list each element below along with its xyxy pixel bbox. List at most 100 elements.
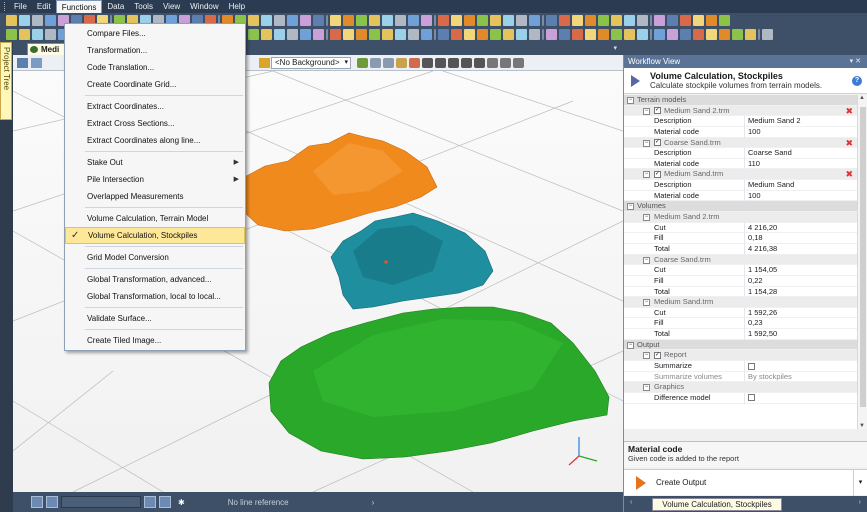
grid-subgroup[interactable]: − Graphics: [624, 382, 857, 393]
scroll-thumb[interactable]: [860, 107, 866, 407]
property-value[interactable]: 0,22: [744, 275, 852, 287]
main-toolbar-tool-icon[interactable]: [706, 14, 717, 26]
drawing-toolbar-tool-icon[interactable]: [248, 29, 259, 40]
view-tool-icon[interactable]: [500, 58, 511, 68]
grid-property-row[interactable]: Total 4 216,38: [624, 243, 857, 255]
drawing-toolbar-tool-icon[interactable]: [680, 29, 691, 40]
chevron-right-icon[interactable]: ›: [859, 499, 861, 506]
view-tool-icon[interactable]: [357, 58, 368, 68]
grid-subgroup[interactable]: − Medium Sand.trm: [624, 297, 857, 308]
main-toolbar-tool-icon[interactable]: [693, 14, 704, 26]
drawing-toolbar-tool-icon[interactable]: [6, 29, 17, 40]
nav-first-button[interactable]: [31, 496, 43, 508]
main-toolbar-tool-icon[interactable]: [516, 14, 527, 26]
drawing-toolbar-tool-icon[interactable]: [343, 29, 354, 40]
grid-property-row[interactable]: Material code 100: [624, 126, 857, 138]
menu-view[interactable]: View: [158, 0, 185, 13]
main-toolbar-tool-icon[interactable]: [274, 14, 285, 26]
drawing-toolbar-tool-icon[interactable]: [516, 29, 527, 40]
collapse-toggle-icon[interactable]: −: [627, 203, 634, 211]
delete-icon[interactable]: ✖: [845, 170, 853, 179]
drawing-toolbar-tool-icon[interactable]: [585, 29, 596, 40]
grid-subgroup[interactable]: − ✓ Report: [624, 350, 857, 362]
main-toolbar-tool-icon[interactable]: [503, 14, 514, 26]
project-tree-tab[interactable]: Project Tree: [0, 42, 12, 120]
main-toolbar-tool-icon[interactable]: [719, 14, 730, 26]
property-value[interactable]: Medium Sand 2: [744, 116, 852, 127]
property-value[interactable]: Coarse Sand: [744, 148, 852, 159]
nav-prev-button[interactable]: [46, 496, 58, 508]
main-toolbar-tool-icon[interactable]: [6, 14, 17, 26]
background-icon[interactable]: [259, 58, 270, 68]
menu-tools[interactable]: Tools: [129, 0, 158, 13]
nav-next-button[interactable]: [144, 496, 156, 508]
help-icon[interactable]: ?: [852, 76, 862, 86]
view-tool-icon[interactable]: [461, 58, 472, 68]
grid-subgroup[interactable]: − Medium Sand 2.trm: [624, 212, 857, 223]
menu-data[interactable]: Data: [102, 0, 129, 13]
grid-property-row[interactable]: Summarize volumes By stockpiles: [624, 371, 857, 383]
main-toolbar-tool-icon[interactable]: [395, 14, 406, 26]
grid-subgroup[interactable]: − ✓ Coarse Sand.trm ✖: [624, 137, 857, 149]
drawing-toolbar-tool-icon[interactable]: [637, 29, 648, 40]
collapse-toggle-icon[interactable]: −: [643, 139, 650, 147]
grid-category[interactable]: − Volumes: [624, 201, 857, 213]
menu-item-global-transformation-local-to-local[interactable]: Global Transformation, local to local...: [65, 288, 245, 305]
grid-subgroup[interactable]: − ✓ Medium Sand.trm ✖: [624, 169, 857, 181]
grid-property-row[interactable]: Description Medium Sand 2: [624, 116, 857, 127]
property-value[interactable]: By stockpiles: [744, 371, 852, 383]
main-toolbar-tool-icon[interactable]: [261, 14, 272, 26]
main-toolbar-tool-icon[interactable]: [438, 14, 449, 26]
main-toolbar-tool-icon[interactable]: [611, 14, 622, 26]
row-checkbox[interactable]: ✓: [654, 139, 661, 147]
drawing-toolbar-tool-icon[interactable]: [32, 29, 43, 40]
row-checkbox[interactable]: ✓: [654, 107, 661, 115]
property-value[interactable]: 1 592,50: [744, 329, 852, 340]
collapse-toggle-icon[interactable]: −: [643, 171, 650, 179]
view-tool-icon[interactable]: [409, 58, 420, 68]
main-toolbar-tool-icon[interactable]: [287, 14, 298, 26]
drawing-toolbar-tool-icon[interactable]: [667, 29, 678, 40]
drawing-toolbar-tool-icon[interactable]: [529, 29, 540, 40]
menu-item-transformation[interactable]: Transformation...: [65, 42, 245, 59]
drawing-toolbar-tool-icon[interactable]: [438, 29, 449, 40]
grid-property-row[interactable]: Material code 100: [624, 190, 857, 202]
drawing-toolbar-tool-icon[interactable]: [313, 29, 324, 40]
main-toolbar-tool-icon[interactable]: [464, 14, 475, 26]
property-grid-scrollbar[interactable]: ▲ ▼: [857, 95, 867, 429]
property-value[interactable]: [744, 361, 852, 372]
drawing-toolbar-tool-icon[interactable]: [654, 29, 665, 40]
collapse-toggle-icon[interactable]: −: [643, 107, 650, 115]
grid-property-row[interactable]: Fill 0,22: [624, 275, 857, 287]
drawing-toolbar-tool-icon[interactable]: [45, 29, 56, 40]
drawing-toolbar-tool-icon[interactable]: [451, 29, 462, 40]
create-output-dropdown-icon[interactable]: ▾: [853, 470, 867, 496]
main-toolbar-tool-icon[interactable]: [300, 14, 311, 26]
workflow-tab[interactable]: Volume Calculation, Stockpiles: [652, 498, 782, 511]
main-toolbar-tool-icon[interactable]: [421, 14, 432, 26]
property-value[interactable]: 1 154,28: [744, 286, 852, 298]
drawing-toolbar-tool-icon[interactable]: [261, 29, 272, 40]
drawing-toolbar-tool-icon[interactable]: [421, 29, 432, 40]
main-toolbar-tool-icon[interactable]: [369, 14, 380, 26]
nav-last-button[interactable]: [159, 496, 171, 508]
background-select[interactable]: <No Background>: [271, 57, 351, 69]
drawing-toolbar-tool-icon[interactable]: [369, 29, 380, 40]
property-value[interactable]: 4 216,20: [744, 222, 852, 234]
value-checkbox[interactable]: [748, 394, 755, 402]
main-toolbar-tool-icon[interactable]: [356, 14, 367, 26]
row-checkbox[interactable]: ✓: [654, 351, 661, 359]
main-toolbar-tool-icon[interactable]: [343, 14, 354, 26]
view-tool-icon[interactable]: [370, 58, 381, 68]
menu-item-compare-files[interactable]: Compare Files...: [65, 25, 245, 42]
drawing-toolbar-tool-icon[interactable]: [572, 29, 583, 40]
menu-window[interactable]: Window: [185, 0, 223, 13]
view-tool-icon[interactable]: [474, 58, 485, 68]
menu-item-extract-coordinates[interactable]: Extract Coordinates...: [65, 98, 245, 115]
view-tool-icon[interactable]: [448, 58, 459, 68]
menu-item-stake-out[interactable]: Stake Out ▶: [65, 154, 245, 171]
main-toolbar-tool-icon[interactable]: [637, 14, 648, 26]
main-toolbar-tool-icon[interactable]: [529, 14, 540, 26]
grid-property-row[interactable]: Cut 1 154,05: [624, 265, 857, 276]
grid-category[interactable]: − Output: [624, 339, 857, 351]
